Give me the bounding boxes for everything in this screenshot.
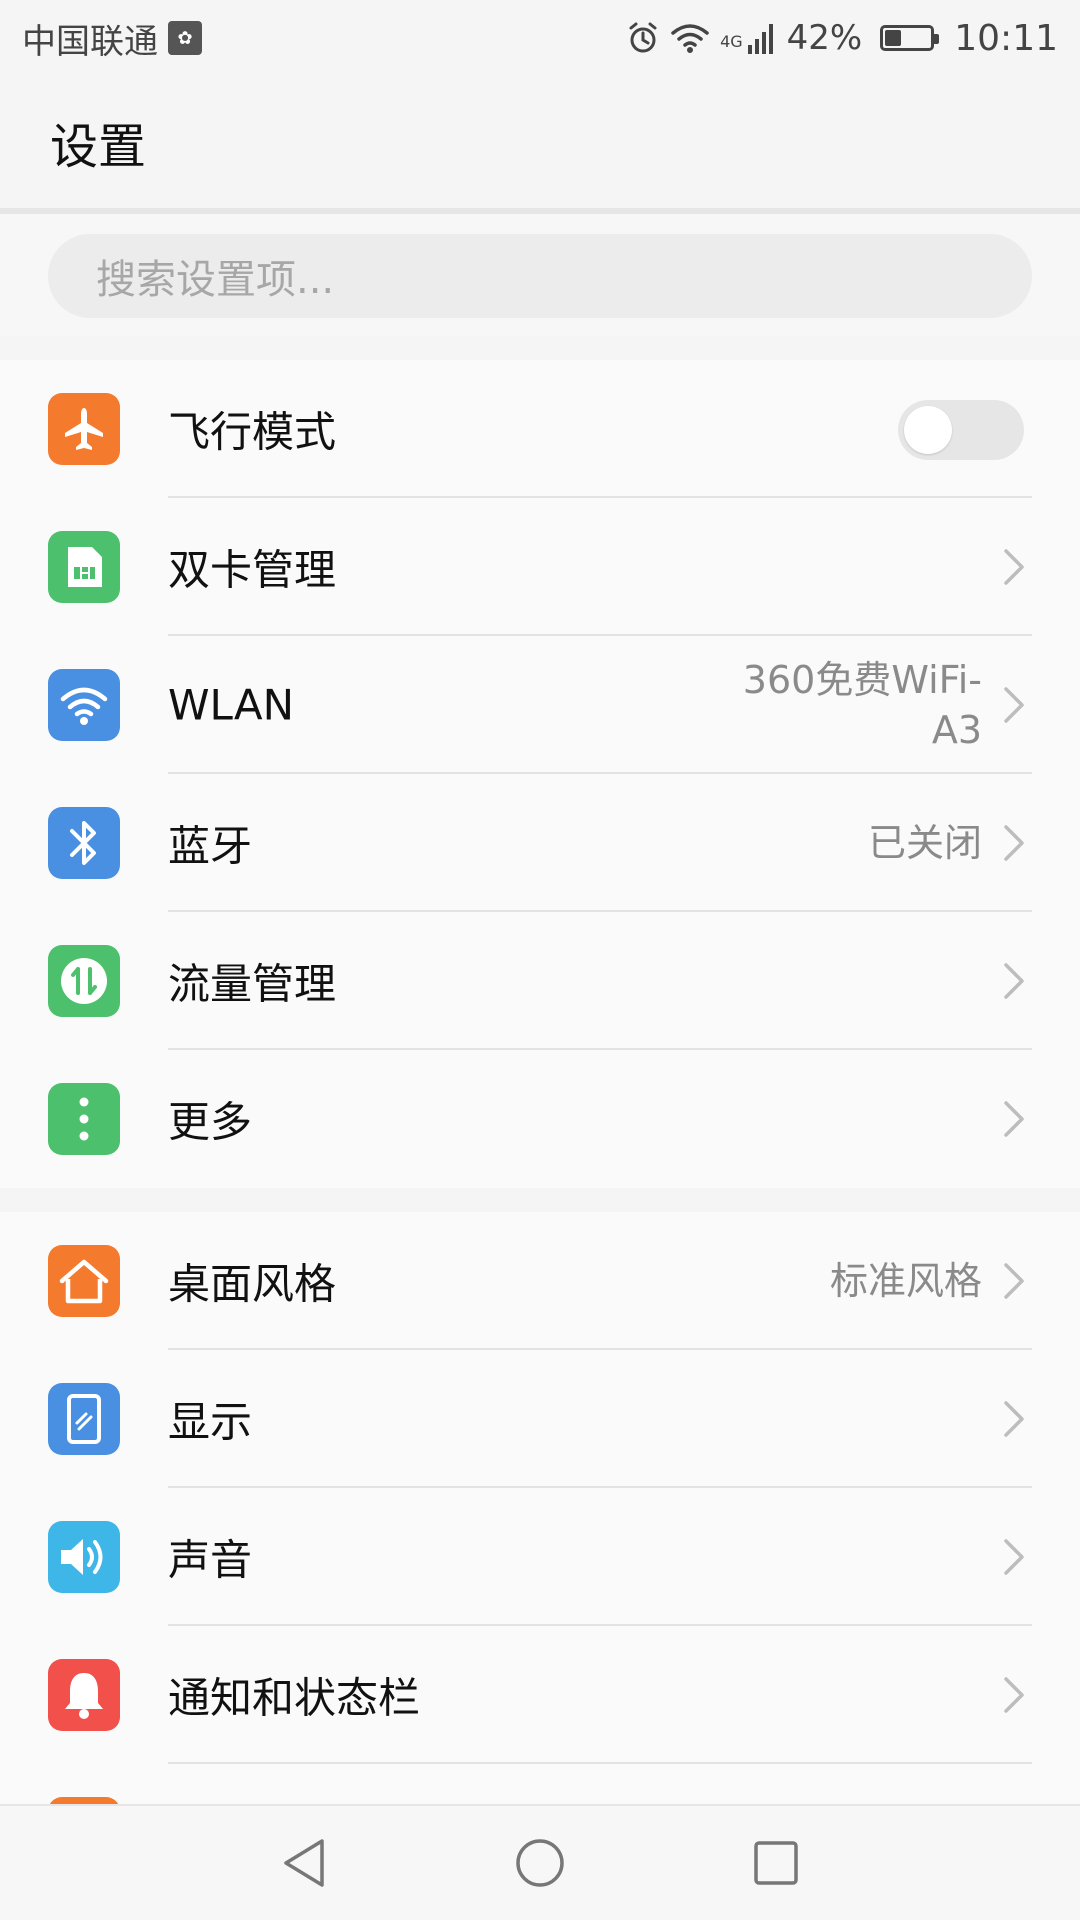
wlan-network-name: 360免费WiFi- A3: [743, 655, 982, 755]
home-circle-icon: [516, 1839, 564, 1887]
airplane-mode-toggle[interactable]: [898, 400, 1024, 460]
network-type: 4G: [720, 31, 743, 51]
settings-item-label: 流量管理: [168, 959, 337, 1009]
status-right: 4G 42% 10:11: [626, 18, 1058, 59]
settings-item-partial[interactable]: [0, 1764, 1080, 1804]
recents-icon: [754, 1841, 798, 1885]
wifi-icon: [48, 669, 120, 741]
signal-icon: [747, 24, 773, 54]
settings-item-home-style[interactable]: 桌面风格 标准风格: [0, 1212, 1080, 1350]
chevron-right-icon: [1004, 1677, 1024, 1713]
display-icon: [48, 1383, 120, 1455]
settings-item-label: 显示: [168, 1397, 253, 1447]
settings-item-label: 声音: [168, 1535, 253, 1585]
settings-item-bluetooth[interactable]: 蓝牙 已关闭: [0, 774, 1080, 912]
settings-item-notifications[interactable]: 通知和状态栏: [0, 1626, 1080, 1764]
settings-item-display[interactable]: 显示: [0, 1350, 1080, 1488]
search-placeholder: 搜索设置项...: [96, 257, 335, 303]
home-icon: [48, 1245, 120, 1317]
settings-item-wlan[interactable]: WLAN 360免费WiFi- A3: [0, 636, 1080, 774]
wifi-icon: [671, 24, 709, 53]
back-icon: [284, 1839, 324, 1887]
bluetooth-status: 已关闭: [867, 821, 982, 865]
more-icon: [48, 1083, 120, 1155]
search-input[interactable]: 搜索设置项...: [48, 234, 1032, 318]
clock-time: 10:11: [954, 17, 1058, 59]
battery-fill: [885, 30, 902, 46]
settings-item-label: 桌面风格: [168, 1259, 337, 1309]
wlan-network-name-line2: A3: [931, 708, 982, 752]
settings-item-label: 双卡管理: [168, 545, 337, 595]
settings-item-dual-sim[interactable]: 双卡管理: [0, 498, 1080, 636]
settings-screen: 中国联通 ✿ 4G 42% 10:11 设置 搜索设置项... 飞行模式 双卡管…: [0, 0, 1080, 1920]
bell-icon: [48, 1659, 120, 1731]
settings-item-label: 蓝牙: [168, 821, 253, 871]
chevron-right-icon: [1004, 687, 1024, 723]
airplane-icon: [48, 393, 120, 465]
back-button[interactable]: [274, 1833, 334, 1893]
search-container: 搜索设置项...: [0, 214, 1080, 336]
chevron-right-icon: [1004, 825, 1024, 861]
settings-item-label: 通知和状态栏: [168, 1673, 421, 1723]
home-button[interactable]: [510, 1833, 570, 1893]
status-bar: 中国联通 ✿ 4G 42% 10:11: [0, 0, 1080, 76]
page-title: 设置: [50, 119, 147, 175]
chevron-right-icon: [1004, 1401, 1024, 1437]
toggle-knob: [904, 406, 952, 454]
alarm-icon: [629, 22, 657, 53]
settings-item-label: 飞行模式: [168, 407, 337, 457]
settings-item-data-usage[interactable]: 流量管理: [0, 912, 1080, 1050]
sim-card-icon: [48, 531, 120, 603]
partial-orange-icon: [48, 1797, 120, 1804]
settings-section-connectivity: 飞行模式 双卡管理 WLAN 360免费WiFi- A3 蓝牙 已关闭 流量管理…: [0, 360, 1080, 1188]
chevron-right-icon: [1004, 1263, 1024, 1299]
huawei-badge-icon: ✿: [168, 21, 202, 55]
home-style-value: 标准风格: [829, 1259, 982, 1303]
settings-item-label: WLAN: [168, 680, 295, 730]
chevron-right-icon: [1004, 549, 1024, 585]
settings-item-sound[interactable]: 声音: [0, 1488, 1080, 1626]
data-usage-icon: [48, 945, 120, 1017]
battery-percent: 42%: [786, 18, 863, 58]
wlan-network-name-line1: 360免费WiFi-: [742, 658, 982, 702]
settings-item-airplane-mode[interactable]: 飞行模式: [0, 360, 1080, 498]
app-header: 设置: [0, 76, 1080, 208]
carrier-name: 中国联通: [22, 21, 158, 62]
sound-icon: [48, 1521, 120, 1593]
battery-icon: [880, 25, 940, 51]
navigation-bar: [0, 1804, 1080, 1920]
recents-button[interactable]: [746, 1833, 806, 1893]
status-left: 中国联通 ✿: [22, 14, 202, 63]
chevron-right-icon: [1004, 1539, 1024, 1575]
chevron-right-icon: [1004, 1101, 1024, 1137]
chevron-right-icon: [1004, 963, 1024, 999]
settings-section-personalization: 桌面风格 标准风格 显示 声音 通知和状态栏: [0, 1212, 1080, 1804]
bluetooth-icon: [48, 807, 120, 879]
settings-item-more[interactable]: 更多: [0, 1050, 1080, 1188]
settings-item-label: 更多: [168, 1097, 253, 1147]
